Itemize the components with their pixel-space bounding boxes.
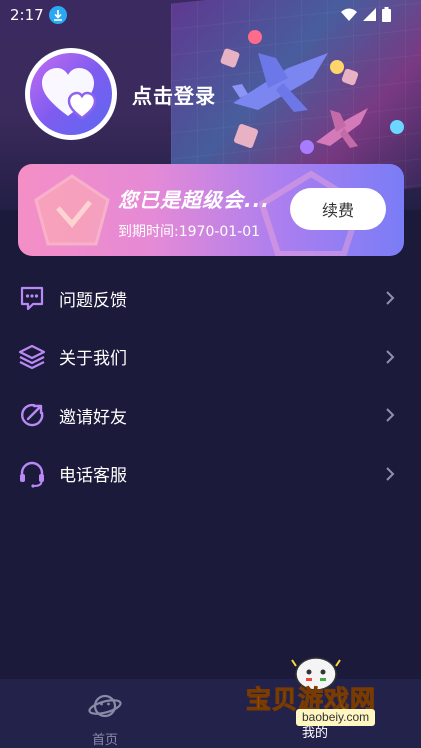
chevron-right-icon — [386, 350, 395, 364]
planet-icon — [88, 694, 122, 718]
message-icon — [18, 284, 46, 312]
vip-expire-date: 到期时间:1970-01-01 — [118, 224, 261, 240]
airplane-icon — [316, 108, 368, 148]
board-dot — [248, 30, 262, 44]
download-icon — [49, 6, 67, 24]
menu-item-label: 电话客服 — [59, 466, 127, 487]
menu-item-label: 关于我们 — [59, 349, 127, 370]
heart-logo-icon — [42, 68, 97, 120]
vip-membership-card: 您已是超级会... 到期时间:1970-01-01 续费 — [18, 164, 404, 256]
system-icons — [341, 7, 391, 22]
menu-item-label: 邀请好友 — [59, 407, 127, 428]
wifi-icon — [341, 8, 357, 21]
renew-button[interactable]: 续费 — [290, 188, 386, 230]
menu-item-customer-service[interactable]: 电话客服 — [0, 445, 421, 504]
avatar[interactable] — [25, 48, 117, 140]
chevron-right-icon — [386, 408, 395, 422]
share-icon — [18, 401, 46, 429]
layers-icon — [18, 343, 46, 371]
headset-icon — [18, 460, 46, 488]
battery-icon — [382, 7, 391, 22]
nav-tab-home[interactable]: 首页 — [72, 685, 138, 748]
vip-badge-icon — [34, 174, 110, 246]
chevron-right-icon — [386, 291, 395, 305]
menu-item-invite[interactable]: 邀请好友 — [0, 386, 421, 445]
menu-item-about[interactable]: 关于我们 — [0, 328, 421, 387]
settings-menu: 问题反馈 关于我们 邀请好友 电话客服 — [0, 269, 421, 503]
login-button[interactable]: 点击登录 — [132, 80, 216, 109]
nav-tab-mine-label[interactable]: 我的 — [302, 722, 328, 741]
menu-item-feedback[interactable]: 问题反馈 — [0, 269, 421, 328]
chevron-right-icon — [386, 467, 395, 481]
vip-status-title: 您已是超级会... — [118, 188, 270, 212]
nav-tab-home-label: 首页 — [91, 733, 118, 748]
board-dot — [390, 120, 404, 134]
menu-item-label: 问题反馈 — [59, 290, 127, 311]
signal-icon — [363, 8, 376, 21]
status-bar: 2:17 — [0, 0, 421, 30]
status-time: 2:17 — [10, 6, 44, 24]
